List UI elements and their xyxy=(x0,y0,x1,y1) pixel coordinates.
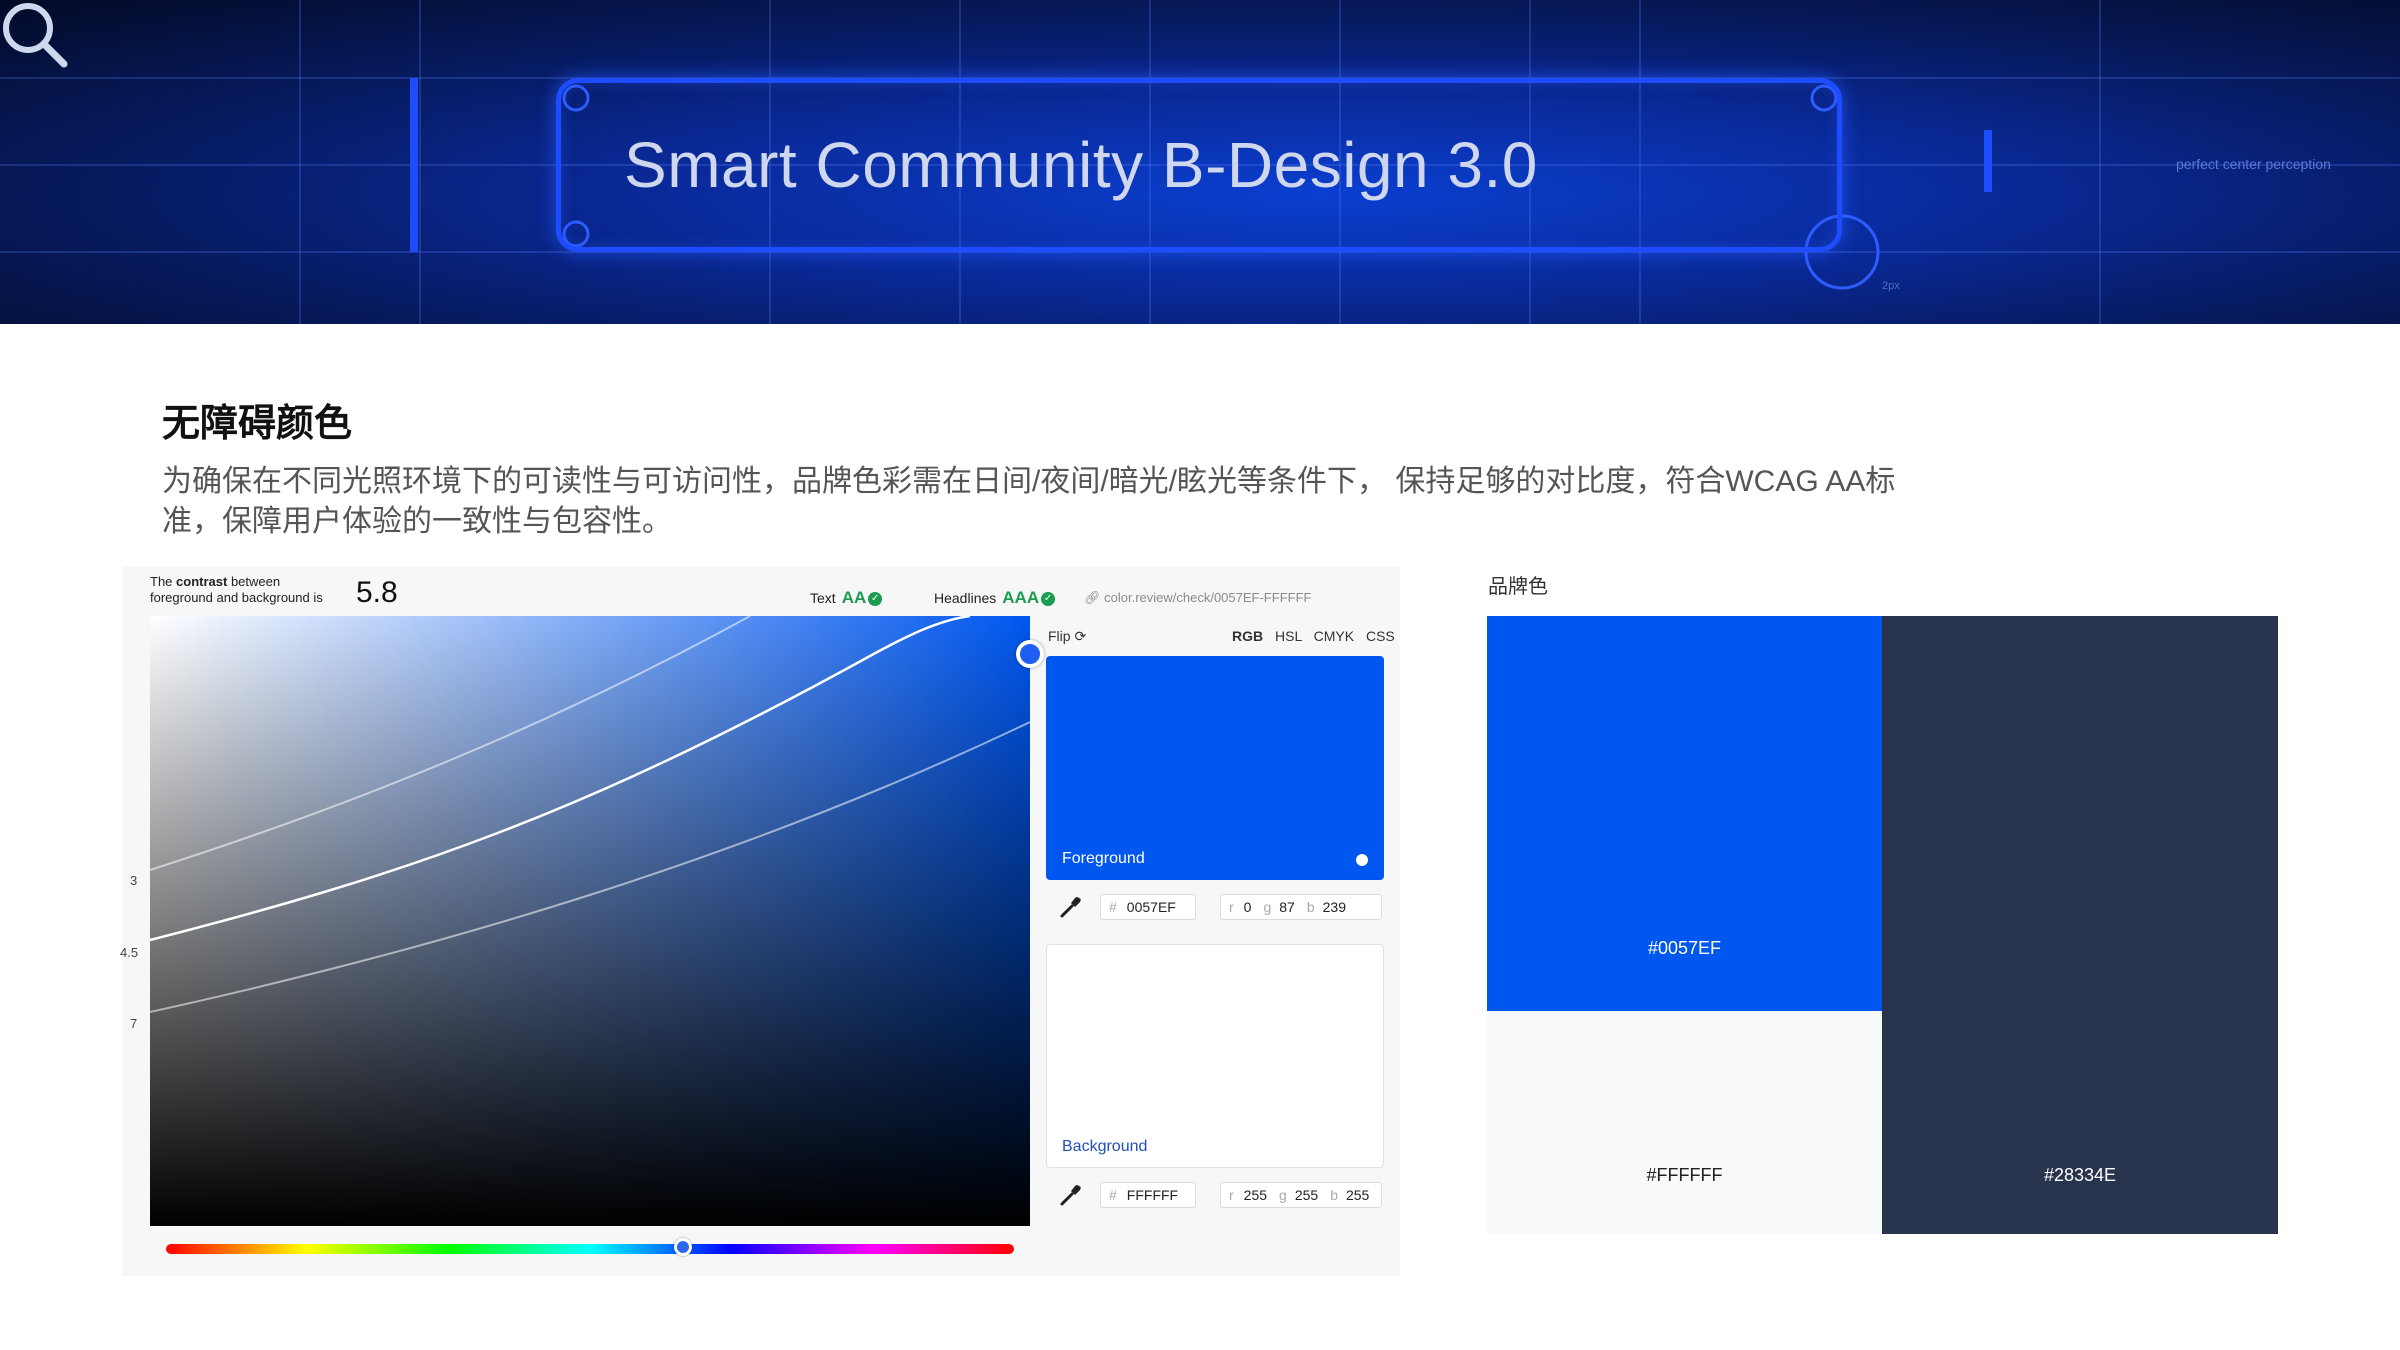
b-label: b xyxy=(1306,899,1315,915)
curve-ratio-7 xyxy=(150,721,1030,1013)
background-hex-value: FFFFFF xyxy=(1126,1187,1179,1203)
tab-rgb[interactable]: RGB xyxy=(1232,628,1263,644)
foreground-label: Foreground xyxy=(1062,850,1145,867)
foreground-hex-value: 0057EF xyxy=(1126,899,1176,915)
background-hex-input[interactable]: # FFFFFF xyxy=(1100,1182,1196,1208)
contrast-prefix: The xyxy=(150,574,173,589)
background-r: 255 xyxy=(1243,1187,1268,1203)
hash-prefix: # xyxy=(1109,1187,1117,1203)
background-label: Background xyxy=(1062,1138,1148,1155)
hash-prefix: # xyxy=(1109,899,1117,915)
flip-label: Flip xyxy=(1048,628,1071,644)
contrast-caption: The contrast between foreground and back… xyxy=(150,574,323,606)
banner-px-label: 2px xyxy=(1882,280,1900,292)
y-tick-3: 3 xyxy=(130,873,138,888)
background-g: 255 xyxy=(1294,1187,1319,1203)
share-link[interactable]: 🔗︎ color.review/check/0057EF-FFFFFF xyxy=(1084,590,1311,606)
brand-swatch-primary-hex: #0057EF xyxy=(1647,938,1722,958)
headlines-rating-label: Headlines xyxy=(934,590,997,606)
r-label: r xyxy=(1229,1187,1234,1203)
tab-hsl[interactable]: HSL xyxy=(1275,628,1302,644)
foreground-indicator xyxy=(1356,854,1368,866)
brand-colors-title: 品牌色 xyxy=(1488,576,1548,598)
brand-swatch-navy: #28334E xyxy=(1882,616,2278,1234)
eyedropper-icon[interactable] xyxy=(1058,1182,1084,1208)
text-rating-grade: AA xyxy=(841,588,867,607)
banner-title: Smart Community B-Design 3.0 xyxy=(624,129,1538,201)
refresh-icon: ⟳ xyxy=(1074,628,1087,644)
background-swatch[interactable] xyxy=(1046,944,1384,1168)
foreground-rgb-input[interactable]: r 0 g 87 b 239 xyxy=(1220,894,1382,920)
b-label: b xyxy=(1330,1187,1338,1203)
check-icon: ✓ xyxy=(1041,592,1056,607)
check-icon: ✓ xyxy=(868,592,883,607)
background-rgb-input[interactable]: r 255 g 255 b 255 xyxy=(1220,1182,1382,1208)
r-label: r xyxy=(1229,899,1234,915)
search-icon xyxy=(3,3,68,68)
text-rating: Text AA ✓ xyxy=(810,588,883,608)
section-description: 为确保在不同光照环境下的可读性与可访问性，品牌色彩需在日间/夜间/暗光/眩光等条… xyxy=(162,465,1896,538)
brand-swatch-navy-hex: #28334E xyxy=(2043,1165,2117,1185)
tab-css[interactable]: CSS xyxy=(1366,628,1395,644)
color-mode-tabs: RGB HSL CMYK CSS xyxy=(1232,628,1395,644)
contrast-plot[interactable] xyxy=(150,616,1030,1226)
brand-swatch-primary: #0057EF xyxy=(1487,616,1882,1011)
curve-ratio-3 xyxy=(150,616,751,871)
tab-cmyk[interactable]: CMYK xyxy=(1314,628,1354,644)
contrast-line2: foreground and background is xyxy=(150,590,323,605)
banner-caption: perfect center perception xyxy=(2176,156,2331,172)
hue-slider[interactable] xyxy=(166,1244,1014,1254)
section-title: 无障碍颜色 xyxy=(162,400,353,445)
plot-handle[interactable] xyxy=(1016,640,1044,668)
foreground-hex-input[interactable]: #0057EF xyxy=(1100,894,1196,920)
foreground-g: 87 xyxy=(1279,899,1295,915)
contrast-bold: contrast xyxy=(176,574,228,589)
foreground-r: 0 xyxy=(1243,899,1252,915)
headlines-rating-grade: AAA xyxy=(1002,588,1040,607)
brand-color-grid: #0057EF #FFFFFF #28334E xyxy=(1487,616,2278,1234)
brand-swatch-white-hex: #FFFFFF xyxy=(1646,1165,1723,1185)
link-icon: 🔗︎ xyxy=(1084,590,1105,605)
contrast-ratio-value: 5.8 xyxy=(356,576,398,609)
hero-banner: Smart Community B-Design 3.0 perfect cen… xyxy=(0,0,2400,324)
foreground-swatch[interactable] xyxy=(1046,656,1384,880)
flip-button[interactable]: Flip ⟳ xyxy=(1048,628,1086,645)
share-link-text: color.review/check/0057EF-FFFFFF xyxy=(1104,590,1312,605)
text-rating-label: Text xyxy=(810,590,836,606)
brand-swatch-white: #FFFFFF xyxy=(1487,1011,1882,1234)
g-label: g xyxy=(1263,899,1272,915)
eyedropper-icon[interactable] xyxy=(1058,894,1084,920)
foreground-b: 239 xyxy=(1322,899,1346,915)
g-label: g xyxy=(1279,1187,1287,1203)
y-tick-4-5: 4.5 xyxy=(120,945,139,960)
y-tick-7: 7 xyxy=(130,1016,138,1031)
contrast-curves xyxy=(150,616,1030,1013)
curve-ratio-4-5 xyxy=(150,616,971,942)
headlines-rating: Headlines AAA ✓ xyxy=(934,588,1056,608)
contrast-between: between xyxy=(230,574,281,589)
background-b: 255 xyxy=(1345,1187,1370,1203)
